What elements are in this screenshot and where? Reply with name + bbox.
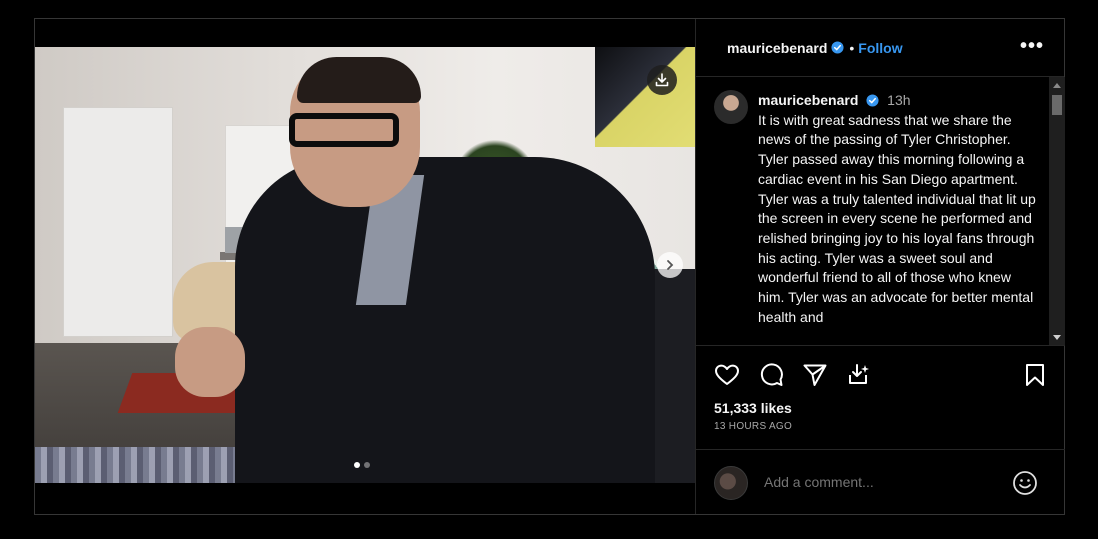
comment-bar [696,449,1065,514]
post-media [35,19,695,514]
scroll-thumb[interactable] [1052,95,1062,115]
bookmark-icon[interactable] [1021,361,1049,389]
header-username[interactable]: mauricebenard [727,40,827,56]
carousel-dot [364,462,370,468]
post-time: 13 HOURS AGO [714,421,793,432]
caption-scrollbar[interactable] [1049,77,1065,345]
verified-badge-icon [866,94,879,107]
scroll-up-arrow-icon[interactable] [1053,83,1061,88]
post-photo[interactable] [35,47,695,483]
post-sidebar: mauricebenard • Follow ••• mauricebenard… [695,19,1065,514]
chevron-right-icon [667,260,674,270]
emoji-icon[interactable] [1012,470,1038,496]
current-user-avatar [714,466,748,500]
avatar[interactable] [714,90,748,124]
caption-text: It is with great sadness that we share t… [758,111,1036,325]
comment-input[interactable] [764,474,984,490]
next-image-button[interactable] [657,252,683,278]
send-icon[interactable] [801,361,829,389]
like-count[interactable]: 51,333 likes [714,400,792,416]
heart-icon[interactable] [713,361,741,389]
caption-username[interactable]: mauricebenard [758,92,858,108]
carousel-dot-active [354,462,360,468]
download-button[interactable] [647,65,677,95]
download-icon [655,73,669,87]
follow-button[interactable]: Follow [858,40,902,56]
post-modal: mauricebenard • Follow ••• mauricebenard… [34,18,1065,515]
verified-badge-icon [831,41,844,54]
caption: mauricebenard 13h It is with great sadne… [758,91,1038,327]
scroll-down-arrow-icon[interactable] [1053,335,1061,340]
carousel-indicator [354,462,370,468]
caption-timestamp: 13h [887,92,911,108]
action-bar [696,357,1065,393]
comment-icon[interactable] [757,361,785,389]
post-header: mauricebenard • Follow ••• [696,19,1064,77]
download-tray-icon[interactable] [845,361,873,389]
caption-section: mauricebenard 13h It is with great sadne… [696,77,1065,346]
separator-dot: • [849,39,855,56]
more-options-button[interactable]: ••• [1020,35,1044,58]
